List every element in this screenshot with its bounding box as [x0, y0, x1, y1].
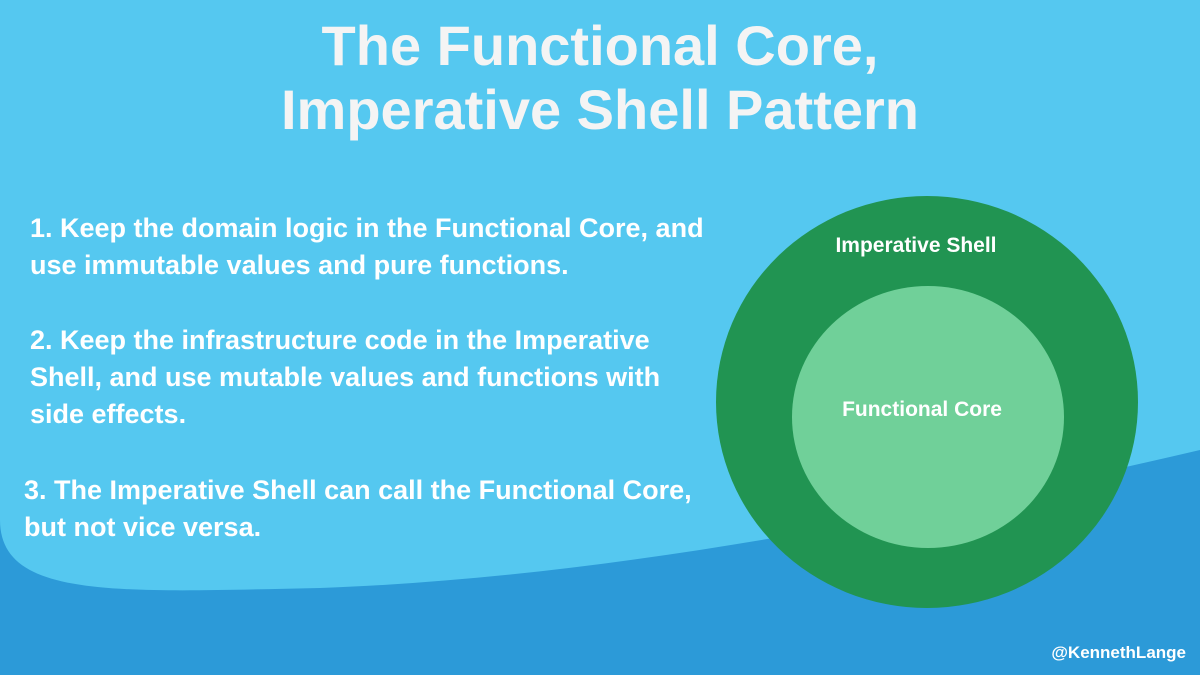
title-line-2: Imperative Shell Pattern — [280, 78, 919, 141]
title-line-1: The Functional Core, — [321, 14, 879, 77]
page-title: The Functional Core, Imperative Shell Pa… — [0, 14, 1200, 142]
functional-core-label: Functional Core — [842, 398, 1002, 421]
rule-2: 2. Keep the infrastructure code in the I… — [30, 325, 661, 429]
rule-1: 1. Keep the domain logic in the Function… — [30, 213, 704, 280]
rule-3: 3. The Imperative Shell can call the Fun… — [24, 475, 692, 542]
author-handle: @KennethLange — [1051, 643, 1186, 662]
shell-core-diagram: Imperative Shell Functional Core — [716, 196, 1138, 608]
imperative-shell-label: Imperative Shell — [835, 234, 997, 257]
